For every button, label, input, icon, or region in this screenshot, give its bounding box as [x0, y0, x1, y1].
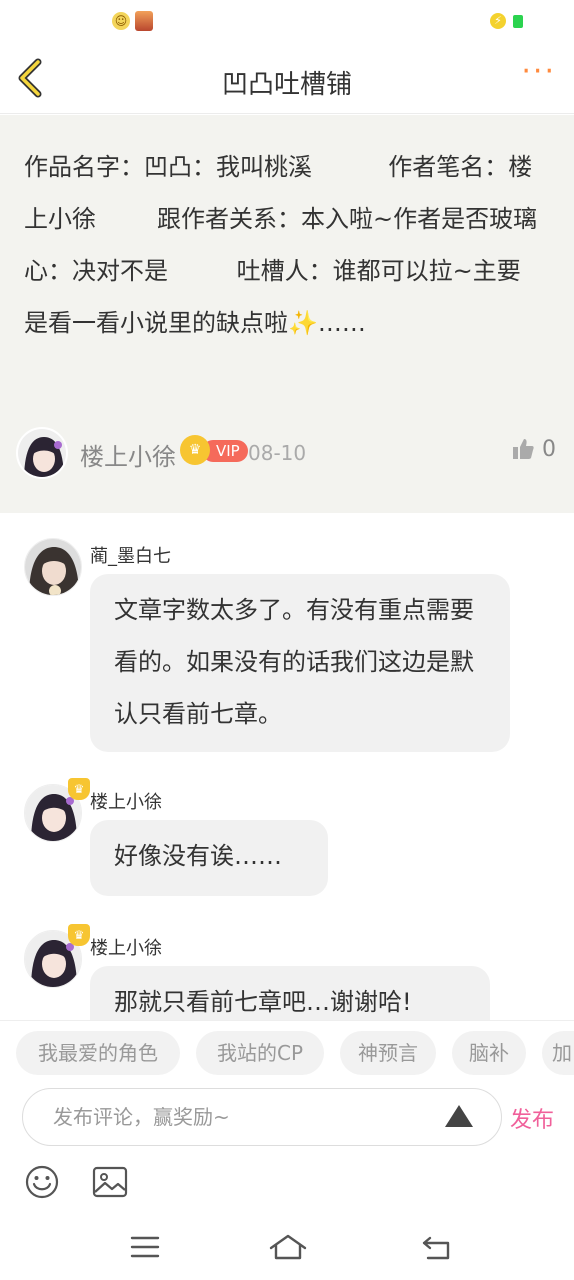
triangle-up-icon[interactable] [445, 1105, 473, 1127]
system-nav-bar [0, 1214, 574, 1280]
like-count: 0 [542, 437, 556, 462]
thumbs-up-icon [513, 439, 534, 459]
original-post: 作品名字：凹凸：我叫桃溪 作者笔名：楼上小徐 跟作者关系：本入啦~作者是否玻璃心… [0, 115, 574, 513]
topic-chip[interactable]: 神预言 [340, 1031, 436, 1075]
crown-icon: ♛ [68, 778, 90, 800]
more-dots-icon[interactable]: ··· [521, 57, 556, 87]
comment-input-box[interactable] [22, 1088, 502, 1146]
comment-input[interactable] [53, 1099, 433, 1135]
comment-bubble: 好像没有诶…… [90, 820, 328, 896]
crown-icon: ♛ [68, 924, 90, 946]
game-app-icon [135, 11, 153, 31]
publish-button[interactable]: 发布 [510, 1102, 554, 1134]
charging-icon: ⚡ [490, 13, 506, 29]
comment-username[interactable]: 楼上小徐 [90, 788, 162, 814]
smiley-notification-icon: ☺ [112, 12, 130, 30]
home-icon[interactable] [268, 1232, 308, 1262]
image-icon [92, 1166, 128, 1198]
comment-username[interactable]: 蔺_墨白七 [90, 542, 171, 568]
status-bar: ☺ ⚡ [0, 0, 574, 44]
post-date: 08-10 [248, 441, 307, 465]
top-nav-bar: 凹凸吐槽铺 ··· [0, 44, 574, 114]
back-icon[interactable] [420, 1232, 454, 1262]
emoji-button[interactable] [24, 1164, 60, 1200]
comment-bubble: 文章字数太多了。有没有重点需要看的。如果没有的话我们这边是默认只看前七章。 [90, 574, 510, 752]
like-button[interactable]: 0 [512, 437, 556, 462]
avatar[interactable] [24, 538, 82, 596]
image-button[interactable] [92, 1164, 128, 1200]
avatar-image [25, 539, 81, 595]
comment-username[interactable]: 楼上小徐 [90, 934, 162, 960]
topic-chip[interactable]: 脑补 [452, 1031, 526, 1075]
comment-list: 蔺_墨白七 文章字数太多了。有没有重点需要看的。如果没有的话我们这边是默认只看前… [0, 514, 574, 1020]
topic-chip[interactable]: 我站的CP [196, 1031, 324, 1075]
emoji-icon [25, 1165, 59, 1199]
topic-chips: 我最爱的角色 我站的CP 神预言 脑补 加 [0, 1020, 574, 1086]
menu-icon[interactable] [128, 1232, 162, 1262]
topic-chip[interactable]: 我最爱的角色 [16, 1031, 180, 1075]
post-content: 作品名字：凹凸：我叫桃溪 作者笔名：楼上小徐 跟作者关系：本入啦~作者是否玻璃心… [24, 153, 538, 337]
avatar-image [18, 429, 66, 477]
comment-bubble: 那就只看前七章吧…谢谢哈! [90, 966, 490, 1020]
page-title: 凹凸吐槽铺 [221, 70, 352, 100]
post-author-name[interactable]: 楼上小徐 [80, 437, 176, 472]
avatar[interactable] [16, 427, 68, 479]
topic-chip[interactable]: 加 [542, 1031, 574, 1075]
crown-icon: ♛ [180, 435, 210, 465]
battery-icon [513, 15, 523, 28]
